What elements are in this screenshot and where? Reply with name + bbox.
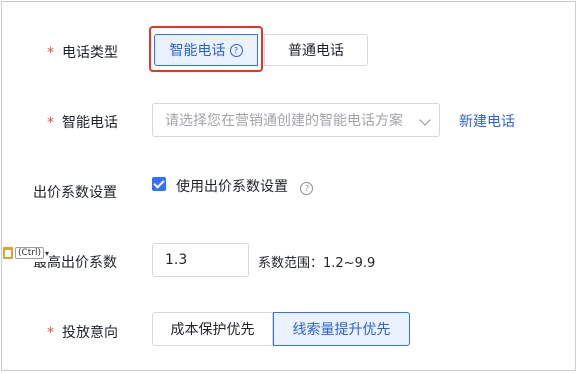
highlight-box [149,26,263,72]
chevron-down-icon [419,114,431,126]
paste-icon [3,247,13,259]
question-circle-icon[interactable]: ? [300,182,314,195]
chevron-down-icon: ▾ [45,248,50,258]
use-bid-checkbox[interactable] [152,177,166,191]
intent-label: * 投放意向 [47,325,118,341]
range-hint: 系数范围：1.2~9.9 [258,256,376,271]
intent-option-cost[interactable]: 成本保护优先 [152,312,273,346]
required-mark: * [47,45,54,61]
intent-option-leads[interactable]: 线索量提升优先 [273,312,410,346]
phone-type-label: * 电话类型 [47,45,118,61]
smart-phone-label: * 智能电话 [47,115,118,131]
paste-shortcut-label: (Ctrl) [15,247,45,259]
required-mark: * [47,325,54,341]
use-bid-checkbox-label: 使用出价系数设置 ? [176,176,314,196]
smart-phone-select[interactable]: 请选择您在营销通创建的智能电话方案 [152,103,440,137]
max-bid-input[interactable]: 1.3 [152,243,249,277]
bid-setting-label: 出价系数设置 [33,185,117,201]
select-placeholder: 请选择您在营销通创建的智能电话方案 [165,113,403,129]
new-phone-link[interactable]: 新建电话 [459,111,515,131]
phone-type-option-normal[interactable]: 普通电话 [264,34,368,66]
required-mark: * [47,115,54,131]
paste-popup[interactable]: (Ctrl) ▾ [3,244,50,262]
